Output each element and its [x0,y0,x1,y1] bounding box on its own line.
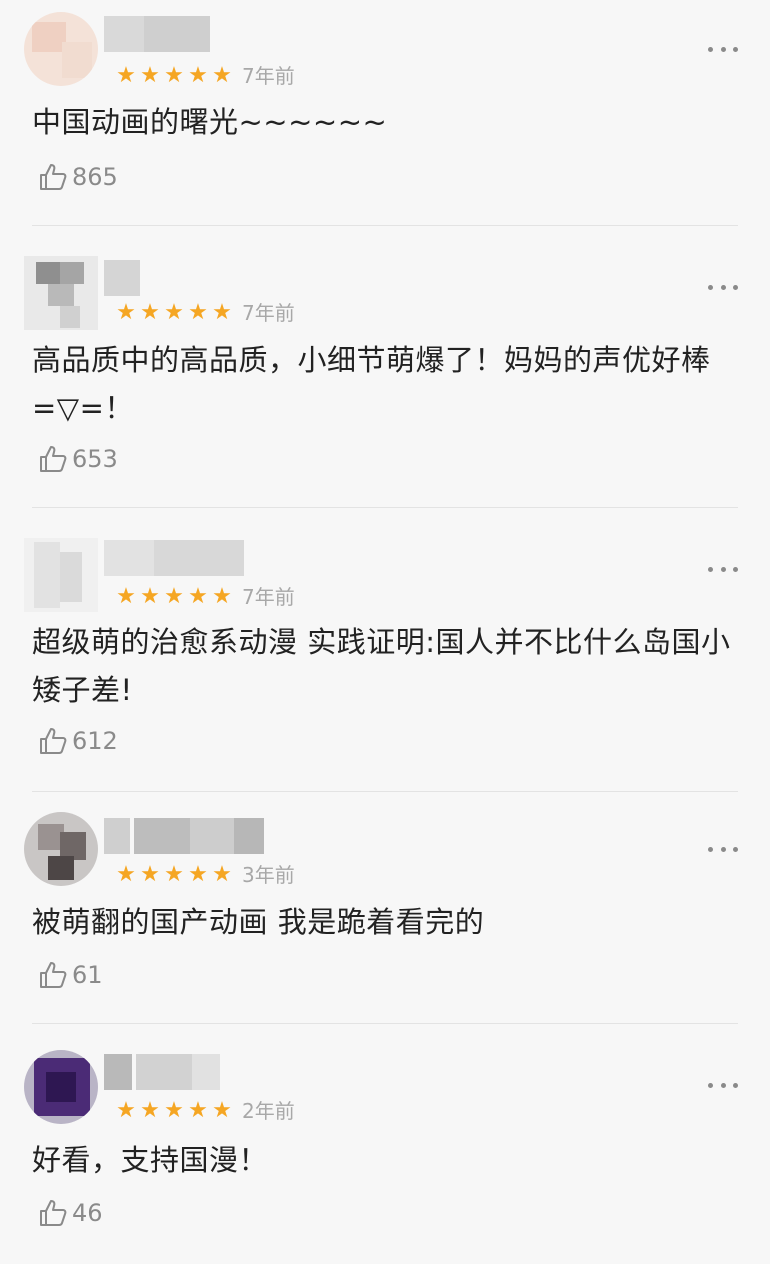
thumbs-up-icon [40,728,67,754]
like-button[interactable]: 61 [38,958,103,992]
star-icon: ★ [164,63,184,88]
avatar[interactable] [24,1050,98,1124]
star-icon: ★ [140,300,160,325]
username-blurred[interactable] [104,16,210,52]
star-icon: ★ [140,63,160,88]
review-time: 2年前 [242,1099,295,1123]
like-button[interactable]: 46 [38,1196,103,1230]
more-dots-icon[interactable] [708,842,738,856]
star-icon: ★ [212,1098,232,1123]
review-content: 被萌翻的国产动画 我是跪着看完的 [32,905,485,939]
star-icon: ★ [212,63,232,88]
review-item: ★ ★ ★ ★ ★ 7年前 中国动画的曙光~~~~~~ 865 [0,0,770,226]
username-blurred[interactable] [104,1054,220,1090]
like-count: 612 [72,727,118,755]
star-icon: ★ [188,584,208,609]
review-content: 中国动画的曙光~~~~~~ [32,105,388,139]
star-icon: ★ [188,63,208,88]
more-dots-icon[interactable] [708,1078,738,1092]
star-icon: ★ [116,300,136,325]
star-icon: ★ [188,300,208,325]
star-icon: ★ [116,63,136,88]
thumbs-up-icon [40,1200,67,1226]
star-icon: ★ [164,862,184,887]
star-icon: ★ [140,584,160,609]
star-rating: ★ ★ ★ ★ ★ 2年前 [114,1096,295,1126]
username-blurred[interactable] [104,540,244,576]
like-count: 46 [72,1199,103,1227]
star-icon: ★ [212,862,232,887]
more-dots-icon[interactable] [708,280,738,294]
thumbs-up-icon [40,962,67,988]
review-item: ★ ★ ★ ★ ★ 7年前 高品质中的高品质，小细节萌爆了！妈妈的声优好棒=▽=… [0,226,770,508]
review-content: 超级萌的治愈系动漫 实践证明:国人并不比什么岛国小矮子差! [32,625,731,707]
star-icon: ★ [140,862,160,887]
like-button[interactable]: 653 [38,442,118,476]
star-icon: ★ [212,584,232,609]
review-time: 7年前 [242,64,295,88]
star-icon: ★ [212,300,232,325]
review-item: ★ ★ ★ ★ ★ 3年前 被萌翻的国产动画 我是跪着看完的 61 [0,792,770,1024]
star-icon: ★ [140,1098,160,1123]
star-rating: ★ ★ ★ ★ ★ 3年前 [114,860,295,890]
like-button[interactable]: 612 [38,724,118,758]
username-blurred[interactable] [104,260,140,296]
more-dots-icon[interactable] [708,42,738,56]
avatar[interactable] [24,812,98,886]
review-time: 3年前 [242,863,295,887]
star-icon: ★ [164,1098,184,1123]
review-time: 7年前 [242,585,295,609]
thumbs-up-icon [40,446,67,472]
avatar[interactable] [24,12,98,86]
like-count: 865 [72,163,118,191]
star-rating: ★ ★ ★ ★ ★ 7年前 [114,61,295,91]
review-content: 好看，支持国漫！ [32,1143,269,1177]
star-icon: ★ [116,584,136,609]
star-rating: ★ ★ ★ ★ ★ 7年前 [114,582,295,612]
review-item: ★ ★ ★ ★ ★ 7年前 超级萌的治愈系动漫 实践证明:国人并不比什么岛国小矮… [0,508,770,792]
more-dots-icon[interactable] [708,562,738,576]
like-count: 653 [72,445,118,473]
star-icon: ★ [164,300,184,325]
star-icon: ★ [164,584,184,609]
like-button[interactable]: 865 [38,160,118,194]
star-rating: ★ ★ ★ ★ ★ 7年前 [114,298,295,328]
review-time: 7年前 [242,301,295,325]
avatar[interactable] [24,538,98,612]
star-icon: ★ [188,862,208,887]
thumbs-up-icon [40,164,67,190]
star-icon: ★ [188,1098,208,1123]
review-content: 高品质中的高品质，小细节萌爆了！妈妈的声优好棒=▽=！ [32,343,711,425]
username-blurred[interactable] [104,818,264,854]
star-icon: ★ [116,1098,136,1123]
star-icon: ★ [116,862,136,887]
avatar[interactable] [24,256,98,330]
review-item: ★ ★ ★ ★ ★ 2年前 好看，支持国漫！ 46 [0,1024,770,1264]
review-list: ★ ★ ★ ★ ★ 7年前 中国动画的曙光~~~~~~ 865 ★ ★ ★ ★ … [0,0,770,1264]
like-count: 61 [72,961,103,989]
